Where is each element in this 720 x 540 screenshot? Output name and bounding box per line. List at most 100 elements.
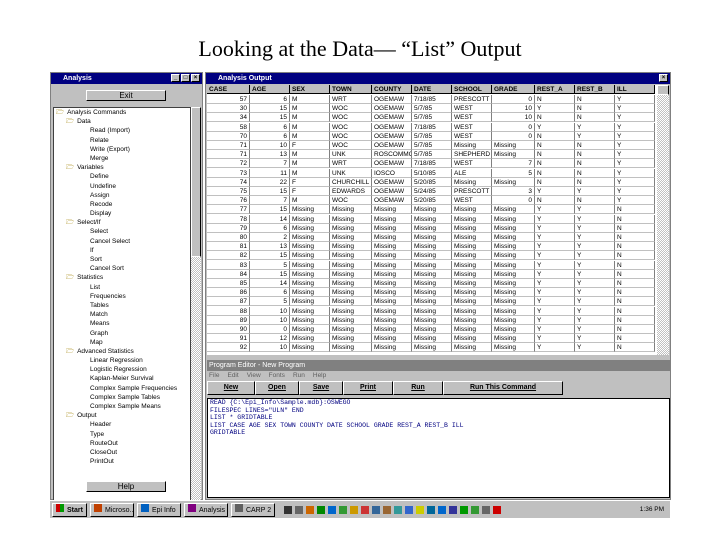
tree-item[interactable]: Merge — [54, 154, 190, 163]
quick-launch-icon[interactable] — [415, 505, 424, 514]
tree-item[interactable]: Relate — [54, 136, 190, 145]
table-row[interactable]: 72 7 M WRT OGEMAW 7/18/85 WEST 7 N N Y — [207, 159, 655, 169]
menu-view[interactable]: View — [247, 371, 261, 381]
table-row[interactable]: 57 6 M WRT OGEMAW 7/18/85 PRESCOTT 0 N N Y — [207, 95, 655, 104]
output-grid[interactable]: CASE AGE SEX TOWN COUNTY DATE SCHOOL GRADE REST_… — [207, 85, 657, 355]
table-row[interactable]: 92 10 Missing Missing Missing Missing Missing M… — [207, 343, 655, 353]
maximize-button[interactable]: □ — [181, 74, 190, 82]
quick-launch-icon[interactable] — [426, 505, 435, 514]
table-row[interactable]: 76 7 M WOC OGEMAW 5/20/85 WEST 0 N N Y — [207, 196, 655, 206]
tree-item[interactable]: Cancel Select — [54, 237, 190, 246]
column-header[interactable]: TOWN — [330, 85, 372, 94]
quick-launch-icon[interactable] — [481, 505, 490, 514]
table-row[interactable]: 89 10 Missing Missing Missing Missing Missing M… — [207, 315, 655, 325]
tree-item[interactable]: List — [54, 283, 190, 292]
table-row[interactable]: 79 6 Missing Missing Missing Missing Missing Mi… — [207, 223, 655, 233]
tree-item[interactable]: Tables — [54, 301, 190, 310]
quick-launch-icon[interactable] — [393, 505, 402, 514]
quick-launch-icon[interactable] — [316, 505, 325, 514]
menu-edit[interactable]: Edit — [227, 371, 238, 381]
table-row[interactable]: 77 15 Missing Missing Missing Missing Missing M… — [207, 205, 655, 215]
column-header[interactable]: ILL — [615, 85, 655, 94]
column-header[interactable]: COUNTY — [372, 85, 412, 94]
table-row[interactable]: 87 5 Missing Missing Missing Missing Missing Mi… — [207, 297, 655, 307]
tree-item[interactable]: Means — [54, 319, 190, 328]
open-button[interactable]: Open — [255, 381, 299, 395]
tree-item[interactable]: Frequencies — [54, 292, 190, 301]
table-row[interactable]: 70 6 M WOC OGEMAW 5/7/85 WEST 0 N Y Y — [207, 131, 655, 141]
table-row[interactable]: 83 5 Missing Missing Missing Missing Missing Mi… — [207, 260, 655, 270]
column-header[interactable]: REST_B — [575, 85, 615, 94]
tree-item[interactable]: RouteOut — [54, 439, 190, 448]
column-header[interactable]: AGE — [250, 85, 290, 94]
table-row[interactable]: 71 10 F WOC OGEMAW 5/7/85 Missing Missing N N Y — [207, 141, 655, 150]
quick-launch-icon[interactable] — [338, 505, 347, 514]
tree-item[interactable]: Logistic Regression — [54, 365, 190, 374]
quick-launch-icon[interactable] — [404, 505, 413, 514]
tree-item[interactable]: 🗁 Data — [54, 117, 190, 126]
tree-item[interactable]: CloseOut — [54, 448, 190, 457]
column-header[interactable]: SEX — [290, 85, 330, 94]
tree-item[interactable]: Linear Regression — [54, 356, 190, 365]
table-row[interactable]: 7113MUNKROSCOMMON5/7/85SHEPHERDMissingNN… — [207, 150, 655, 160]
tree-item[interactable]: Select — [54, 227, 190, 236]
tree-item[interactable]: Type — [54, 430, 190, 439]
column-header[interactable]: DATE — [412, 85, 452, 94]
menu-run[interactable]: Run — [293, 371, 305, 381]
tree-item[interactable]: 🗁 Advanced Statistics — [54, 347, 190, 356]
tree-item[interactable]: Cancel Sort — [54, 264, 190, 273]
quick-launch-icon[interactable] — [459, 505, 468, 514]
table-row[interactable]: 88 10 Missing Missing Missing Missing Missing M… — [207, 306, 655, 316]
quick-launch-icon[interactable] — [360, 505, 369, 514]
tree-item[interactable]: Map — [54, 338, 190, 347]
quick-launch-icon[interactable] — [371, 505, 380, 514]
close-button[interactable]: × — [191, 74, 200, 82]
table-row[interactable]: 30 15 M WOC OGEMAW 5/7/85 WEST 10 Y N Y — [207, 104, 655, 114]
table-row[interactable]: 91 12 Missing Missing Missing Missing Missing M… — [207, 334, 655, 344]
print-button[interactable]: Print — [343, 381, 393, 395]
table-row[interactable]: 84 15 Missing Missing Missing Missing Missing M… — [207, 269, 655, 279]
menu-help[interactable]: Help — [313, 371, 326, 381]
table-row[interactable]: 58 6 M WOC OGEMAW 7/18/85 WEST 0 Y Y Y — [207, 122, 655, 132]
tree-item[interactable]: If — [54, 246, 190, 255]
run-this-command-button[interactable]: Run This Command — [443, 381, 563, 395]
taskbar-item[interactable]: Epi Info — [136, 502, 181, 517]
tree-item[interactable]: Complex Sample Means — [54, 402, 190, 411]
taskbar-item[interactable]: CARP 2 — [230, 502, 275, 517]
tree-item[interactable]: Complex Sample Frequencies — [54, 384, 190, 393]
table-row[interactable]: 74 22 F CHURCHILL OGEMAW 5/20/85 Missing Missin… — [207, 177, 655, 187]
quick-launch-icon[interactable] — [327, 505, 336, 514]
tree-item[interactable]: Complex Sample Tables — [54, 393, 190, 402]
new-button[interactable]: New — [207, 381, 255, 395]
tree-item[interactable]: 🗁 Output — [54, 411, 190, 420]
table-row[interactable]: 90 0 Missing Missing Missing Missing Missing Mi… — [207, 325, 655, 334]
code-editor[interactable]: READ {C:\Epi_Info\Sample.mdb}:OSWEGO FILE… — [207, 398, 670, 498]
table-row[interactable]: 73 11 M UNK IOSCO 5/10/85 ALE 5 N N Y — [207, 168, 655, 178]
table-row[interactable]: 86 6 Missing Missing Missing Missing Missing Mi… — [207, 288, 655, 298]
quick-launch-icon[interactable] — [349, 505, 358, 514]
tree-item[interactable]: Header — [54, 420, 190, 429]
tree-item[interactable]: Sort — [54, 255, 190, 264]
menu-fonts[interactable]: Fonts — [269, 371, 285, 381]
quick-launch-icon[interactable] — [492, 505, 501, 514]
start-button[interactable]: Start — [52, 502, 87, 517]
column-header[interactable]: SCHOOL — [452, 85, 492, 94]
minimize-button[interactable]: _ — [171, 74, 180, 82]
quick-launch-icon[interactable] — [305, 505, 314, 514]
table-row[interactable]: 81 13 Missing Missing Missing Missing Missing M… — [207, 242, 655, 252]
table-row[interactable]: 34 15 M WOC OGEMAW 5/7/85 WEST 10 N N Y — [207, 113, 655, 123]
column-header[interactable]: CASE — [207, 85, 250, 94]
quick-launch-icon[interactable] — [382, 505, 391, 514]
column-header[interactable]: GRADE — [492, 85, 535, 94]
exit-button[interactable]: Exit — [86, 90, 166, 101]
tree-item[interactable]: 🗁 Variables — [54, 163, 190, 172]
tree-item[interactable]: Assign — [54, 191, 190, 200]
quick-launch-icon[interactable] — [283, 505, 292, 514]
grid-scrollbar[interactable] — [657, 85, 669, 355]
tree-item[interactable]: Recode — [54, 200, 190, 209]
table-row[interactable]: 82 15 Missing Missing Missing Missing Missing M… — [207, 251, 655, 261]
tree-item[interactable]: PrintOut — [54, 457, 190, 466]
save-button[interactable]: Save — [299, 381, 343, 395]
tree-item[interactable]: 🗁 Statistics — [54, 273, 190, 282]
taskbar-item[interactable]: Analysis — [183, 502, 228, 517]
